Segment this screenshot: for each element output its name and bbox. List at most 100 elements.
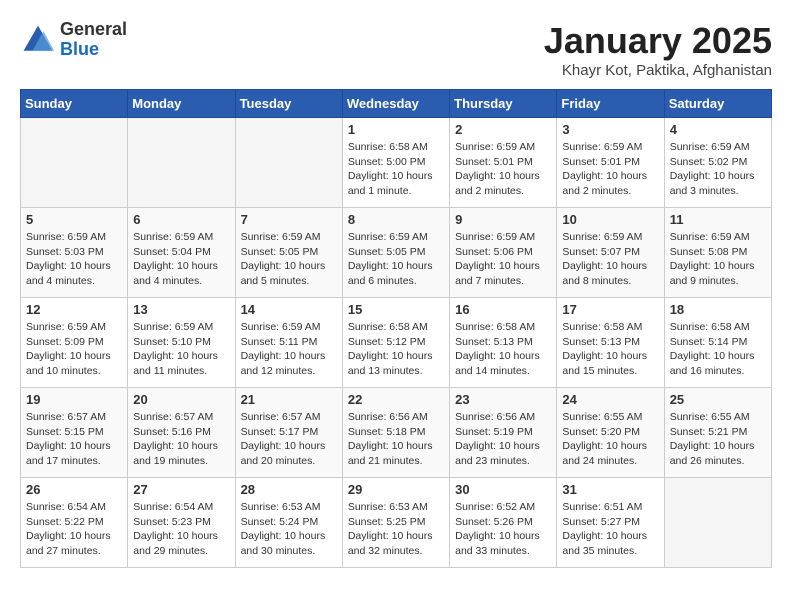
day-number: 13	[133, 302, 229, 317]
day-info: Sunrise: 6:56 AMSunset: 5:18 PMDaylight:…	[348, 410, 444, 469]
calendar-cell: 10Sunrise: 6:59 AMSunset: 5:07 PMDayligh…	[557, 208, 664, 298]
day-number: 9	[455, 212, 551, 227]
day-info: Sunrise: 6:59 AMSunset: 5:05 PMDaylight:…	[348, 230, 444, 289]
column-header-wednesday: Wednesday	[342, 90, 449, 118]
day-info: Sunrise: 6:58 AMSunset: 5:00 PMDaylight:…	[348, 140, 444, 199]
day-number: 29	[348, 482, 444, 497]
day-number: 4	[670, 122, 766, 137]
logo-text: General Blue	[60, 20, 127, 60]
calendar-cell: 6 Sunrise: 6:59 AMSunset: 5:04 PMDaylight…	[128, 208, 235, 298]
day-number: 1	[348, 122, 444, 137]
calendar-cell: 18 Sunrise: 6:58 AMSunset: 5:14 PMDayligh…	[664, 298, 771, 388]
day-info: Sunrise: 6:58 AMSunset: 5:13 PMDaylight:…	[562, 320, 658, 379]
calendar-cell: 24 Sunrise: 6:55 AMSunset: 5:20 PMDayligh…	[557, 388, 664, 478]
day-number: 6	[133, 212, 229, 227]
day-number: 26	[26, 482, 122, 497]
calendar-cell: 30 Sunrise: 6:52 AMSunset: 5:26 PMDayligh…	[450, 478, 557, 568]
day-info: Sunrise: 6:59 AMSunset: 5:11 PMDaylight:…	[241, 320, 337, 379]
day-info: Sunrise: 6:51 AMSunset: 5:27 PMDaylight:…	[562, 500, 658, 559]
calendar-cell: 20 Sunrise: 6:57 AMSunset: 5:16 PMDayligh…	[128, 388, 235, 478]
column-header-thursday: Thursday	[450, 90, 557, 118]
day-number: 2	[455, 122, 551, 137]
day-info: Sunrise: 6:58 AMSunset: 5:14 PMDaylight:…	[670, 320, 766, 379]
calendar-cell	[664, 478, 771, 568]
calendar-cell: 23Sunrise: 6:56 AMSunset: 5:19 PMDayligh…	[450, 388, 557, 478]
logo-blue-text: Blue	[60, 40, 127, 60]
day-number: 3	[562, 122, 658, 137]
calendar-cell: 13Sunrise: 6:59 AMSunset: 5:10 PMDayligh…	[128, 298, 235, 388]
calendar-cell: 11Sunrise: 6:59 AMSunset: 5:08 PMDayligh…	[664, 208, 771, 298]
day-number: 21	[241, 392, 337, 407]
calendar-cell: 12Sunrise: 6:59 AMSunset: 5:09 PMDayligh…	[21, 298, 128, 388]
calendar-cell: 25 Sunrise: 6:55 AMSunset: 5:21 PMDayligh…	[664, 388, 771, 478]
day-info: Sunrise: 6:55 AMSunset: 5:21 PMDaylight:…	[670, 410, 766, 469]
day-number: 12	[26, 302, 122, 317]
day-info: Sunrise: 6:53 AMSunset: 5:25 PMDaylight:…	[348, 500, 444, 559]
logo-general-text: General	[60, 20, 127, 40]
day-number: 28	[241, 482, 337, 497]
column-header-saturday: Saturday	[664, 90, 771, 118]
day-number: 24	[562, 392, 658, 407]
calendar-cell: 4 Sunrise: 6:59 AMSunset: 5:02 PMDaylight…	[664, 118, 771, 208]
day-number: 5	[26, 212, 122, 227]
day-number: 20	[133, 392, 229, 407]
calendar-table: SundayMondayTuesdayWednesdayThursdayFrid…	[20, 89, 772, 568]
day-info: Sunrise: 6:54 AMSunset: 5:22 PMDaylight:…	[26, 500, 122, 559]
day-number: 27	[133, 482, 229, 497]
calendar-cell: 29 Sunrise: 6:53 AMSunset: 5:25 PMDayligh…	[342, 478, 449, 568]
day-number: 30	[455, 482, 551, 497]
calendar-cell: 7 Sunrise: 6:59 AMSunset: 5:05 PMDaylight…	[235, 208, 342, 298]
day-info: Sunrise: 6:59 AMSunset: 5:02 PMDaylight:…	[670, 140, 766, 199]
calendar-cell: 22Sunrise: 6:56 AMSunset: 5:18 PMDayligh…	[342, 388, 449, 478]
day-number: 25	[670, 392, 766, 407]
logo-icon	[20, 22, 56, 58]
calendar-cell: 16 Sunrise: 6:58 AMSunset: 5:13 PMDayligh…	[450, 298, 557, 388]
day-info: Sunrise: 6:55 AMSunset: 5:20 PMDaylight:…	[562, 410, 658, 469]
day-info: Sunrise: 6:58 AMSunset: 5:13 PMDaylight:…	[455, 320, 551, 379]
day-number: 16	[455, 302, 551, 317]
week-row-5: 26 Sunrise: 6:54 AMSunset: 5:22 PMDayligh…	[21, 478, 772, 568]
day-info: Sunrise: 6:59 AMSunset: 5:08 PMDaylight:…	[670, 230, 766, 289]
week-row-2: 5Sunrise: 6:59 AMSunset: 5:03 PMDaylight…	[21, 208, 772, 298]
logo: General Blue	[20, 20, 127, 60]
day-info: Sunrise: 6:59 AMSunset: 5:05 PMDaylight:…	[241, 230, 337, 289]
day-info: Sunrise: 6:54 AMSunset: 5:23 PMDaylight:…	[133, 500, 229, 559]
calendar-cell: 28 Sunrise: 6:53 AMSunset: 5:24 PMDayligh…	[235, 478, 342, 568]
day-number: 19	[26, 392, 122, 407]
calendar-cell: 3 Sunrise: 6:59 AMSunset: 5:01 PMDaylight…	[557, 118, 664, 208]
calendar-cell: 5Sunrise: 6:59 AMSunset: 5:03 PMDaylight…	[21, 208, 128, 298]
day-info: Sunrise: 6:57 AMSunset: 5:16 PMDaylight:…	[133, 410, 229, 469]
page-header: General Blue January 2025 Khayr Kot, Pak…	[20, 20, 772, 79]
day-info: Sunrise: 6:59 AMSunset: 5:01 PMDaylight:…	[562, 140, 658, 199]
day-number: 14	[241, 302, 337, 317]
calendar-cell: 17Sunrise: 6:58 AMSunset: 5:13 PMDayligh…	[557, 298, 664, 388]
calendar-cell: 19 Sunrise: 6:57 AMSunset: 5:15 PMDayligh…	[21, 388, 128, 478]
calendar-cell	[235, 118, 342, 208]
day-info: Sunrise: 6:53 AMSunset: 5:24 PMDaylight:…	[241, 500, 337, 559]
calendar-cell: 26 Sunrise: 6:54 AMSunset: 5:22 PMDayligh…	[21, 478, 128, 568]
column-header-tuesday: Tuesday	[235, 90, 342, 118]
calendar-title: January 2025	[544, 20, 772, 62]
day-number: 31	[562, 482, 658, 497]
column-header-friday: Friday	[557, 90, 664, 118]
calendar-subtitle: Khayr Kot, Paktika, Afghanistan	[544, 62, 772, 79]
day-info: Sunrise: 6:52 AMSunset: 5:26 PMDaylight:…	[455, 500, 551, 559]
day-number: 7	[241, 212, 337, 227]
day-info: Sunrise: 6:57 AMSunset: 5:15 PMDaylight:…	[26, 410, 122, 469]
calendar-cell: 8Sunrise: 6:59 AMSunset: 5:05 PMDaylight…	[342, 208, 449, 298]
column-header-sunday: Sunday	[21, 90, 128, 118]
calendar-cell	[128, 118, 235, 208]
calendar-cell: 15 Sunrise: 6:58 AMSunset: 5:12 PMDayligh…	[342, 298, 449, 388]
column-header-monday: Monday	[128, 90, 235, 118]
calendar-cell: 9 Sunrise: 6:59 AMSunset: 5:06 PMDaylight…	[450, 208, 557, 298]
day-info: Sunrise: 6:58 AMSunset: 5:12 PMDaylight:…	[348, 320, 444, 379]
day-number: 18	[670, 302, 766, 317]
day-info: Sunrise: 6:56 AMSunset: 5:19 PMDaylight:…	[455, 410, 551, 469]
calendar-cell: 14 Sunrise: 6:59 AMSunset: 5:11 PMDayligh…	[235, 298, 342, 388]
calendar-cell: 21Sunrise: 6:57 AMSunset: 5:17 PMDayligh…	[235, 388, 342, 478]
day-info: Sunrise: 6:59 AMSunset: 5:06 PMDaylight:…	[455, 230, 551, 289]
calendar-cell: 27 Sunrise: 6:54 AMSunset: 5:23 PMDayligh…	[128, 478, 235, 568]
calendar-cell: 1 Sunrise: 6:58 AMSunset: 5:00 PMDaylight…	[342, 118, 449, 208]
day-info: Sunrise: 6:59 AMSunset: 5:04 PMDaylight:…	[133, 230, 229, 289]
day-number: 15	[348, 302, 444, 317]
